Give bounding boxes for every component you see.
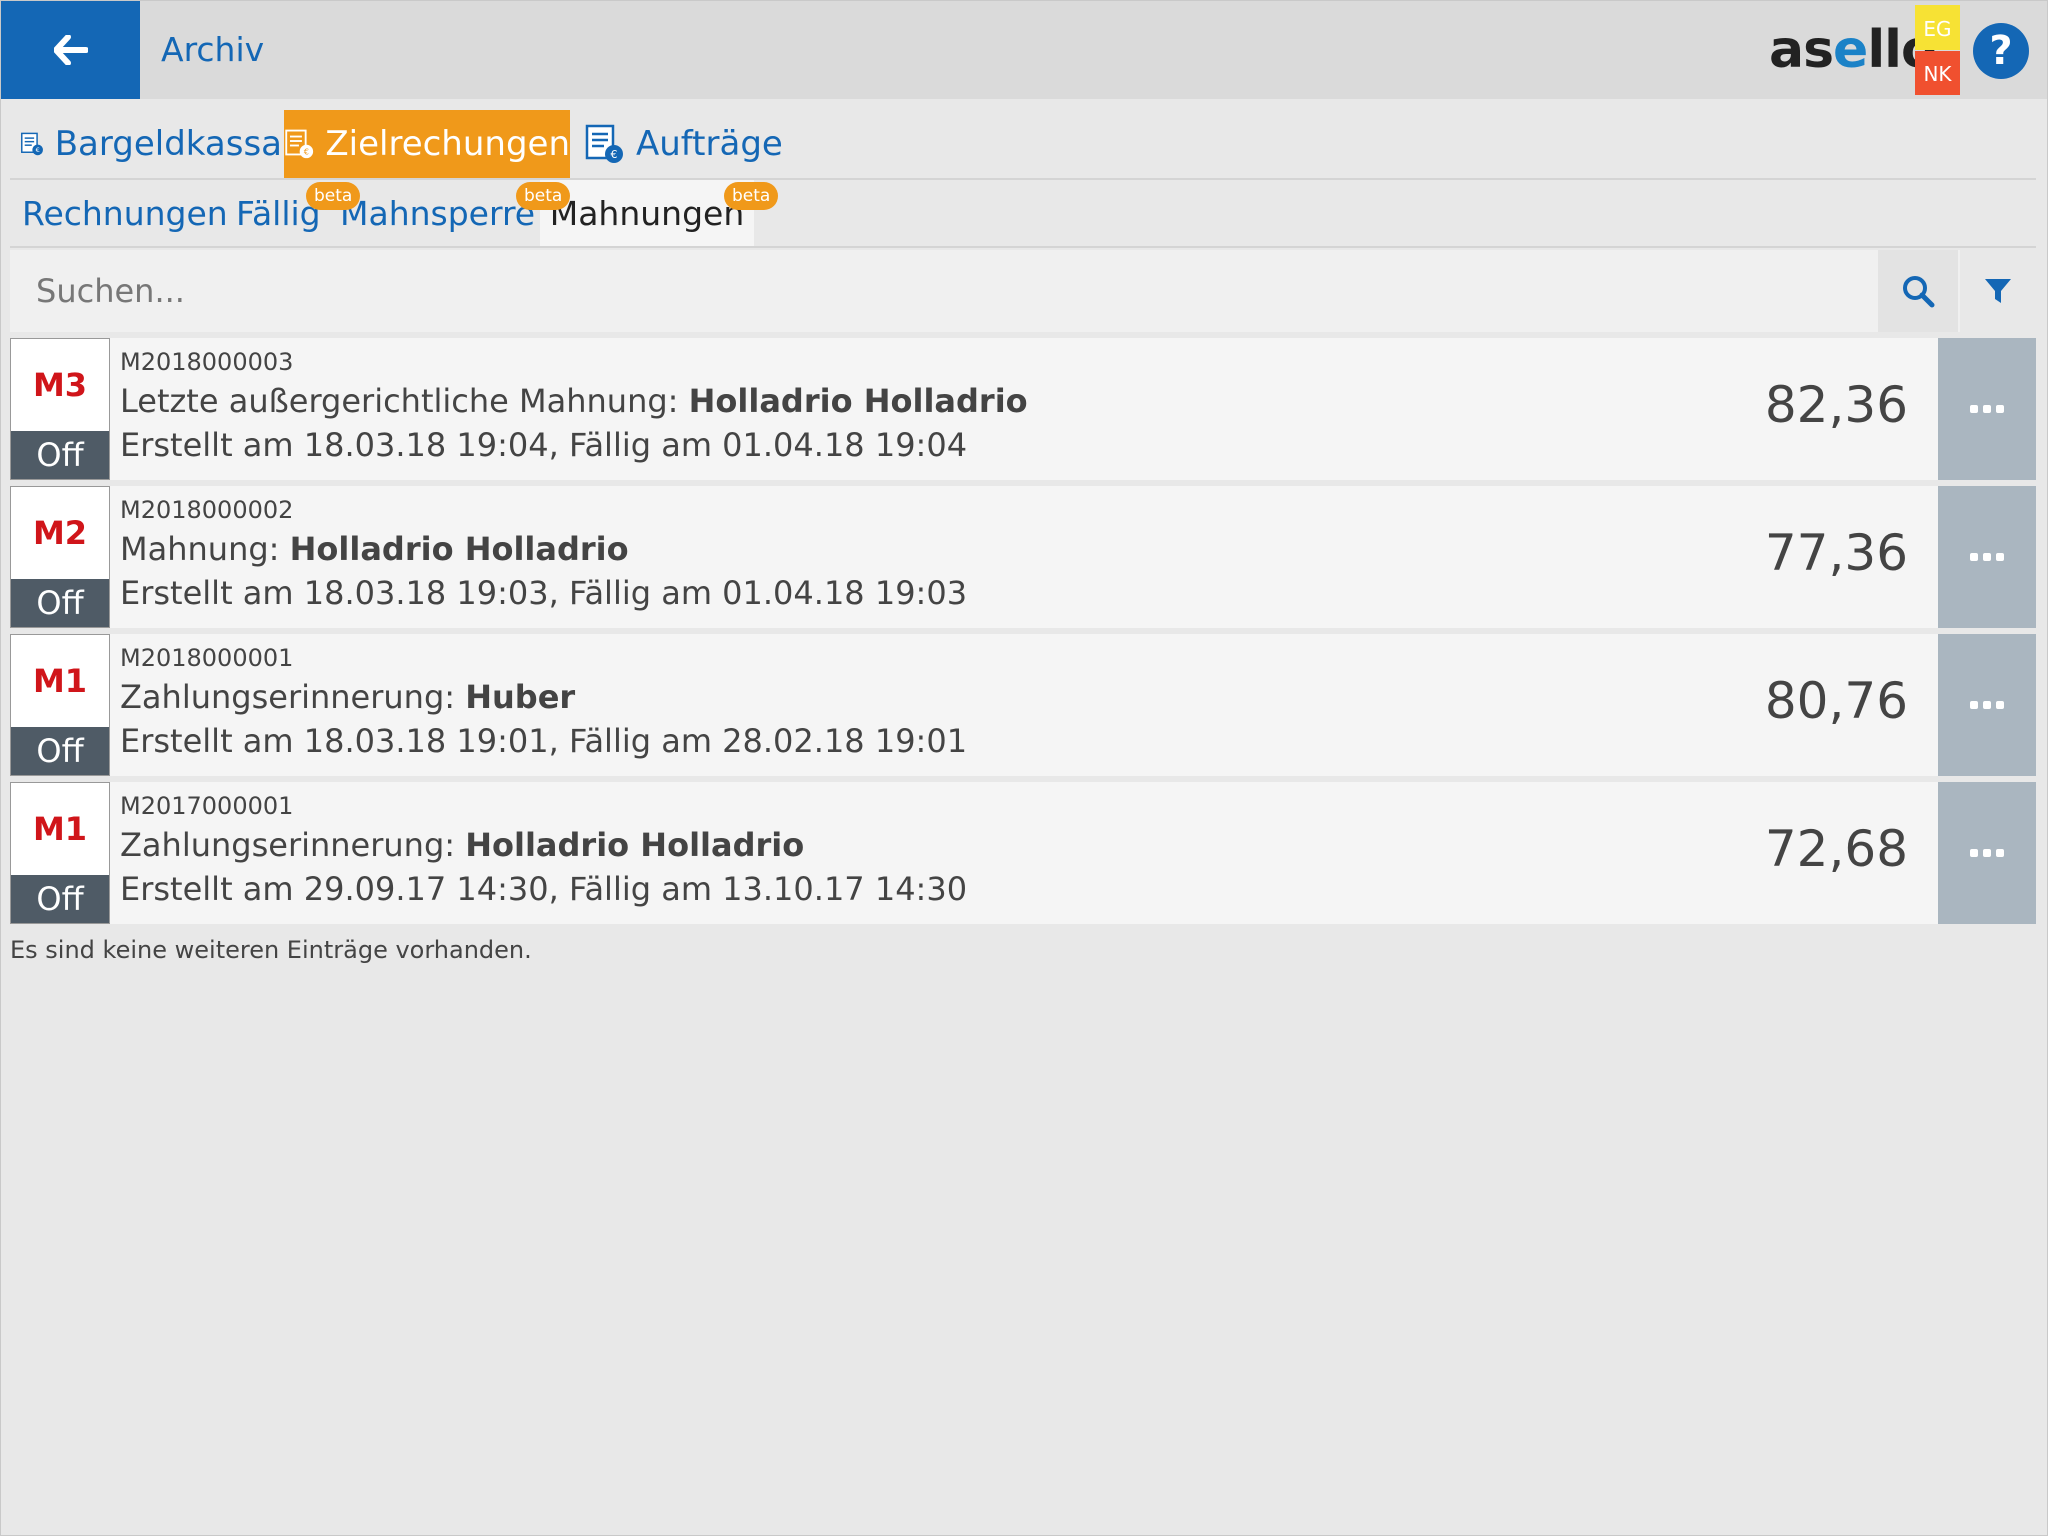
reminder-status: Off <box>11 727 109 775</box>
customer-name: Holladrio Holladrio <box>289 530 629 568</box>
location-badge-nk[interactable]: NK <box>1915 51 1960 95</box>
reminder-title: Letzte außergerichtliche Mahnung: Hollad… <box>120 382 1028 420</box>
order-doc-icon: € <box>585 124 623 163</box>
reminder-level: M1 <box>32 810 88 848</box>
reminder-number: M2017000001 <box>120 792 294 820</box>
svg-text:€: € <box>611 148 618 161</box>
tab-label: Zielrechungen <box>325 124 570 164</box>
customer-name: Holladrio Holladrio <box>688 382 1028 420</box>
tab-zielrechungen[interactable]: € Zielrechungen <box>284 110 570 178</box>
reminder-title: Zahlungserinnerung: Huber <box>120 678 576 716</box>
svg-text:€: € <box>304 146 309 156</box>
reminder-number: M2018000001 <box>120 644 294 672</box>
invoice-doc-icon: € <box>285 129 314 159</box>
search-icon <box>1903 276 1935 308</box>
search-button[interactable] <box>1878 250 1958 332</box>
reminder-level: M2 <box>32 514 88 552</box>
filter-icon <box>1985 279 2011 303</box>
more-dots-icon <box>1970 849 2004 857</box>
more-actions-button[interactable] <box>1938 486 2036 628</box>
reminder-level: M1 <box>32 662 88 700</box>
beta-badge: beta <box>516 182 571 210</box>
search-input[interactable] <box>10 250 1878 332</box>
reminder-list: M3 Off M2018000003 Letzte außergerichtli… <box>10 338 2036 930</box>
beta-badge: beta <box>724 182 779 210</box>
reminder-status: Off <box>11 431 109 479</box>
more-actions-button[interactable] <box>1938 338 2036 480</box>
reminder-status: Off <box>11 875 109 923</box>
arrow-left-icon <box>53 35 88 65</box>
more-dots-icon <box>1970 405 2004 413</box>
subtab-rechnungen[interactable]: Rechnungen <box>22 180 228 246</box>
reminder-number: M2018000002 <box>120 496 294 524</box>
help-button[interactable]: ? <box>1973 23 2029 79</box>
reminder-amount: 80,76 <box>1764 672 1908 730</box>
reminder-amount: 77,36 <box>1764 524 1908 582</box>
reminder-number: M2018000003 <box>120 348 294 376</box>
app-header: Archiv asello EG NK ? <box>1 1 2047 99</box>
reminder-level-box: M1 Off <box>10 634 110 776</box>
back-button[interactable] <box>1 1 140 99</box>
main-tabs: € Bargeldkassa € Zielrechungen € Aufträg… <box>10 110 2036 180</box>
page-title: Archiv <box>161 30 265 69</box>
location-badge-eg[interactable]: EG <box>1915 5 1960 50</box>
more-actions-button[interactable] <box>1938 634 2036 776</box>
subtab-mahnsperre[interactable]: Mahnsperre <box>340 180 535 246</box>
end-of-list-note: Es sind keine weiteren Einträge vorhande… <box>10 936 532 964</box>
reminder-level-box: M3 Off <box>10 338 110 480</box>
customer-name: Huber <box>465 678 576 716</box>
reminder-level-box: M1 Off <box>10 782 110 924</box>
reminder-title: Zahlungserinnerung: Holladrio Holladrio <box>120 826 805 864</box>
reminder-amount: 72,68 <box>1764 820 1908 878</box>
reminder-dates: Erstellt am 18.03.18 19:04, Fällig am 01… <box>120 426 968 464</box>
more-actions-button[interactable] <box>1938 782 2036 924</box>
reminder-amount: 82,36 <box>1764 376 1908 434</box>
filter-button[interactable] <box>1960 250 2036 332</box>
reminder-dates: Erstellt am 18.03.18 19:03, Fällig am 01… <box>120 574 968 612</box>
reminder-dates: Erstellt am 18.03.18 19:01, Fällig am 28… <box>120 722 968 760</box>
cash-register-doc-icon: € <box>21 132 43 156</box>
reminder-title: Mahnung: Holladrio Holladrio <box>120 530 629 568</box>
more-dots-icon <box>1970 553 2004 561</box>
reminder-row[interactable]: M1 Off M2018000001 Zahlungserinnerung: H… <box>10 634 2036 776</box>
asello-logo: asello <box>1769 20 1937 80</box>
reminder-row[interactable]: M1 Off M2017000001 Zahlungserinnerung: H… <box>10 782 2036 924</box>
reminder-level: M3 <box>32 366 88 404</box>
reminder-row[interactable]: M2 Off M2018000002 Mahnung: Holladrio Ho… <box>10 486 2036 628</box>
sub-tabs: Rechnungen Fällig Mahnsperre Mahnungen b… <box>10 180 2036 248</box>
svg-text:€: € <box>36 146 40 154</box>
reminder-level-box: M2 Off <box>10 486 110 628</box>
subtab-mahnungen[interactable]: Mahnungen <box>540 180 754 246</box>
tab-label: Aufträge <box>636 124 783 164</box>
tab-label: Bargeldkassa <box>54 124 282 164</box>
tab-auftraege[interactable]: € Aufträge <box>584 110 794 178</box>
reminder-row[interactable]: M3 Off M2018000003 Letzte außergerichtli… <box>10 338 2036 480</box>
beta-badge: beta <box>306 182 361 210</box>
customer-name: Holladrio Holladrio <box>465 826 805 864</box>
reminder-status: Off <box>11 579 109 627</box>
reminder-dates: Erstellt am 29.09.17 14:30, Fällig am 13… <box>120 870 968 908</box>
tab-bargeldkassa[interactable]: € Bargeldkassa <box>20 110 282 178</box>
more-dots-icon <box>1970 701 2004 709</box>
search-bar <box>10 250 2036 332</box>
